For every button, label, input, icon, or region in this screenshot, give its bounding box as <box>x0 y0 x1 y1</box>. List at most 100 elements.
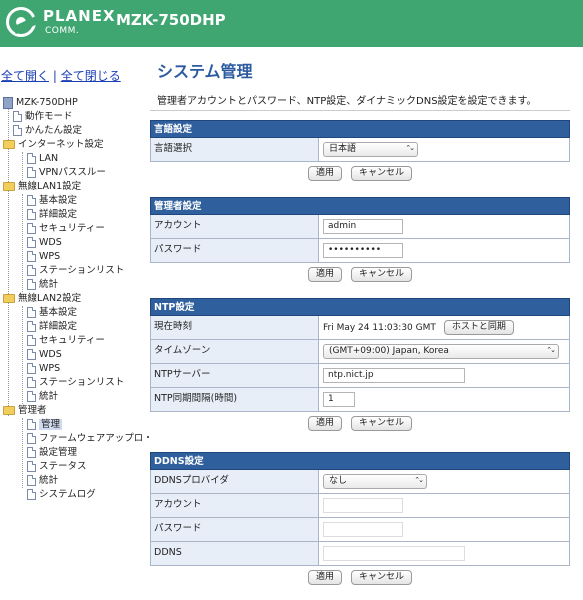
tree-item-wlan2-wps[interactable]: WPS <box>27 362 60 376</box>
tree-folder-internet[interactable]: インターネット設定 <box>3 138 104 152</box>
page-icon <box>27 195 36 206</box>
ddns-provider-select[interactable]: なし <box>323 474 427 489</box>
tree-item-wlan1-stats[interactable]: 統計 <box>27 278 58 292</box>
router-icon <box>3 96 13 109</box>
tree-item-syslog[interactable]: システムログ <box>27 488 96 502</box>
timezone-select[interactable]: (GMT+09:00) Japan, Korea <box>323 344 559 359</box>
page-icon <box>27 237 36 248</box>
password-row: パスワード •••••••••• <box>150 239 570 263</box>
tree-item-vpn[interactable]: VPNパススルー <box>27 166 106 180</box>
ntp-apply-button[interactable]: 適用 <box>307 415 342 431</box>
admin-apply-button[interactable]: 適用 <box>307 266 342 282</box>
language-section: 言語設定 言語選択 日本語 適用 キャンセル <box>150 120 570 184</box>
tree-folder-wlan2[interactable]: 無線LAN2設定 <box>3 292 81 306</box>
tree-item-label: 詳細設定 <box>39 209 78 220</box>
ddns-apply-button[interactable]: 適用 <box>307 569 342 585</box>
page-icon <box>13 111 22 122</box>
tree-item-wlan2-basic[interactable]: 基本設定 <box>27 306 77 320</box>
tree-item-config[interactable]: 設定管理 <box>27 446 77 460</box>
tree-item-label: セキュリティー <box>39 335 105 346</box>
ddns-account-input[interactable] <box>323 498 403 513</box>
tree-item-label: 設定管理 <box>39 447 78 458</box>
page-icon <box>27 153 36 164</box>
toggle-separator: | <box>52 69 57 83</box>
page-icon <box>27 279 36 290</box>
tree-item-management[interactable]: 管理 <box>27 418 63 432</box>
tree-item-status[interactable]: ステータス <box>27 460 87 474</box>
brand-sub: COMM. <box>45 26 80 36</box>
tree-item-wlan1-wds[interactable]: WDS <box>27 236 62 250</box>
tree-item-label-selected: 管理 <box>39 419 63 430</box>
ntp-server-row: NTPサーバー ntp.nict.jp <box>150 364 570 388</box>
ntp-server-input[interactable]: ntp.nict.jp <box>323 368 465 383</box>
tree-item-wlan1-stations[interactable]: ステーションリスト <box>27 264 124 278</box>
tree-item-wlan2-stations[interactable]: ステーションリスト <box>27 376 124 390</box>
ddns-password-label: パスワード <box>151 518 319 541</box>
ddns-password-input[interactable] <box>323 522 403 537</box>
page-icon <box>27 363 36 374</box>
language-heading: 言語設定 <box>150 120 570 138</box>
tree-folder-admin[interactable]: 管理者 <box>3 404 47 418</box>
tree-item-label: かんたん設定 <box>25 125 83 136</box>
tree-item-wlan2-wds[interactable]: WDS <box>27 348 62 362</box>
tree-root-label: MZK-750DHP <box>16 97 78 108</box>
expand-all-link[interactable]: 全て開く <box>1 69 49 83</box>
tree-item-label: 基本設定 <box>39 307 78 318</box>
tree-item-wlan2-security[interactable]: セキュリティー <box>27 334 105 348</box>
tree-item-wlan1-wps[interactable]: WPS <box>27 250 60 264</box>
tree-item-wlan2-stats[interactable]: 統計 <box>27 390 58 404</box>
page-icon <box>27 321 36 332</box>
folder-open-icon <box>3 140 15 149</box>
tree-item-label: WPS <box>39 363 61 374</box>
tree-item-firmware[interactable]: ファームウェアアップロ・ <box>27 432 153 446</box>
top-banner: PLANEX COMM. MZK-750DHP <box>0 0 583 47</box>
tree-folder-wlan1[interactable]: 無線LAN1設定 <box>3 180 81 194</box>
language-apply-button[interactable]: 適用 <box>307 165 342 181</box>
page-description: 管理者アカウントとパスワード、NTP設定、ダイナミックDNS設定を設定できます。 <box>157 96 537 107</box>
ntp-cancel-button[interactable]: キャンセル <box>351 415 413 431</box>
tree-toggle-links: 全て開く | 全て閉じる <box>1 67 121 84</box>
ntp-interval-input[interactable]: 1 <box>323 392 355 407</box>
tree-root[interactable]: MZK-750DHP <box>3 96 78 110</box>
account-label: アカウント <box>151 215 319 238</box>
tree-item-label: ステータス <box>39 461 87 472</box>
ddns-host-input[interactable] <box>323 546 465 561</box>
page-icon <box>27 223 36 234</box>
tree-item-quick-setup[interactable]: かんたん設定 <box>13 124 82 138</box>
language-cancel-button[interactable]: キャンセル <box>351 165 413 181</box>
tree-item-label: 管理者 <box>18 405 47 416</box>
ddns-host-label: DDNS <box>151 542 319 565</box>
page-icon <box>27 265 36 276</box>
tree-item-wlan2-advanced[interactable]: 詳細設定 <box>27 320 77 334</box>
language-select[interactable]: 日本語 <box>323 142 418 157</box>
password-input[interactable]: •••••••••• <box>323 243 403 258</box>
tree-item-wlan1-security[interactable]: セキュリティー <box>27 222 105 236</box>
timezone-row: タイムゾーン (GMT+09:00) Japan, Korea <box>150 340 570 364</box>
tree-item-label: 統計 <box>39 475 59 486</box>
page-icon <box>27 475 36 486</box>
admin-cancel-button[interactable]: キャンセル <box>351 266 413 282</box>
time-row: 現在時刻 Fri May 24 11:03:30 GMT ホストと同期 <box>150 316 570 340</box>
tree-item-label: 統計 <box>39 391 59 402</box>
tree-item-stats[interactable]: 統計 <box>27 474 58 488</box>
tree-item-wlan1-advanced[interactable]: 詳細設定 <box>27 208 77 222</box>
page-title: システム管理 <box>157 62 253 81</box>
sync-host-button[interactable]: ホストと同期 <box>443 320 514 335</box>
ddns-section: DDNS設定 DDNSプロバイダ なし アカウント パスワード DDNS 適用 … <box>150 452 570 588</box>
timezone-label: タイムゾーン <box>151 340 319 363</box>
tree-item-label: LAN <box>39 153 59 164</box>
page-icon <box>27 349 36 360</box>
tree-item-label: WDS <box>39 237 62 248</box>
tree-item-label: セキュリティー <box>39 223 105 234</box>
collapse-all-link[interactable]: 全て閉じる <box>61 69 121 83</box>
tree-item-wlan1-basic[interactable]: 基本設定 <box>27 194 77 208</box>
account-input[interactable]: admin <box>323 219 403 234</box>
page-icon <box>27 307 36 318</box>
page-icon <box>13 125 22 136</box>
page-icon <box>27 391 36 402</box>
ddns-cancel-button[interactable]: キャンセル <box>351 569 413 585</box>
tree-item-mode[interactable]: 動作モード <box>13 110 73 124</box>
tree-item-lan[interactable]: LAN <box>27 152 58 166</box>
ddns-password-row: パスワード <box>150 518 570 542</box>
tree-item-label: VPNパススルー <box>39 167 106 178</box>
